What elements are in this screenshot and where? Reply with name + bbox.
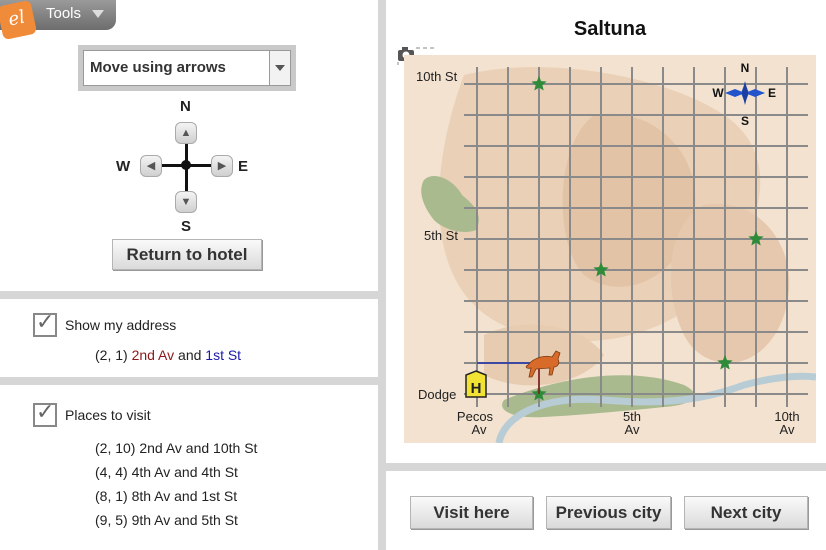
place-item: (9, 5) 9th Av and 5th St <box>95 512 238 528</box>
return-to-hotel-button[interactable]: Return to hotel <box>112 239 262 270</box>
address-coords: (2, 1) <box>95 347 128 363</box>
move-east-button[interactable]: ▶ <box>211 155 233 177</box>
current-address: (2, 1) 2nd Av and 1st St <box>95 347 241 363</box>
compass-label-east: E <box>238 158 249 175</box>
map-compass-e: E <box>768 86 776 100</box>
previous-city-button[interactable]: Previous city <box>546 496 671 529</box>
place-item: (4, 4) 4th Av and 4th St <box>95 464 238 480</box>
city-map[interactable]: 10th St 5th St Dodge Pecos Av 5th Av 10t… <box>404 55 816 443</box>
compass-label-south: S <box>181 218 192 235</box>
place-item: (8, 1) 8th Av and 1st St <box>95 488 238 504</box>
address-joiner: and <box>178 347 202 363</box>
compass-label-north: N <box>180 98 191 115</box>
svg-text:H: H <box>471 380 482 397</box>
next-city-button[interactable]: Next city <box>684 496 808 529</box>
map-compass-n: N <box>741 61 750 75</box>
compass-center-dot <box>181 160 191 170</box>
dropdown-arrow-icon[interactable] <box>269 51 290 85</box>
places-label: Places to visit <box>65 407 151 423</box>
mode-select[interactable]: Move using arrows <box>78 45 296 91</box>
place-item: (2, 10) 2nd Av and 10th St <box>95 440 258 456</box>
logo-icon: el <box>0 0 38 41</box>
street-label-5th: 5th St <box>424 228 458 243</box>
show-address-label: Show my address <box>65 317 177 333</box>
move-south-button[interactable]: ▼ <box>175 191 197 213</box>
show-address-checkbox[interactable] <box>33 309 57 337</box>
avenue-label-pecos-suffix: Av <box>472 422 487 437</box>
address-street: 1st St <box>205 347 242 363</box>
street-label-10th: 10th St <box>416 69 458 84</box>
hotel-icon[interactable]: H <box>465 370 487 398</box>
visit-here-button[interactable]: Visit here <box>410 496 533 529</box>
places-checkbox[interactable] <box>33 399 57 427</box>
mode-select-value: Move using arrows <box>90 59 226 76</box>
map-compass-s: S <box>741 114 749 128</box>
address-avenue: 2nd Av <box>131 347 175 363</box>
avenue-label-10th-suffix: Av <box>780 422 795 437</box>
chevron-down-icon <box>92 10 104 18</box>
avenue-label-5th-suffix: Av <box>625 422 640 437</box>
street-label-dodge: Dodge <box>418 387 456 402</box>
compass-label-west: W <box>116 158 131 175</box>
move-north-button[interactable]: ▲ <box>175 122 197 144</box>
move-west-button[interactable]: ◀ <box>140 155 162 177</box>
map-compass-w: W <box>712 86 724 100</box>
tools-menu[interactable]: el Tools <box>0 0 116 41</box>
tools-label: Tools <box>46 5 82 22</box>
city-title: Saltuna <box>573 18 647 40</box>
